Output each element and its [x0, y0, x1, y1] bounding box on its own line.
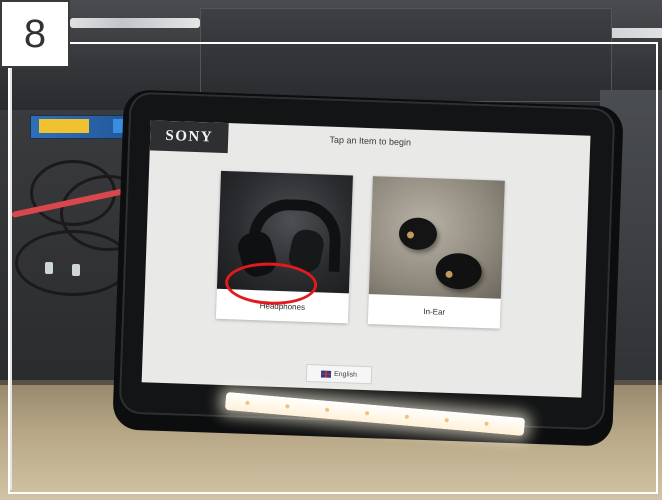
- shelf-light-right: [608, 28, 662, 38]
- step-number-badge: 8: [0, 0, 70, 68]
- frame-left-line: [10, 60, 12, 490]
- photo-frame: [8, 42, 658, 494]
- shelf-light: [70, 18, 200, 28]
- photo-scene: Tap an Item to begin SONY Headphones In-…: [0, 0, 662, 500]
